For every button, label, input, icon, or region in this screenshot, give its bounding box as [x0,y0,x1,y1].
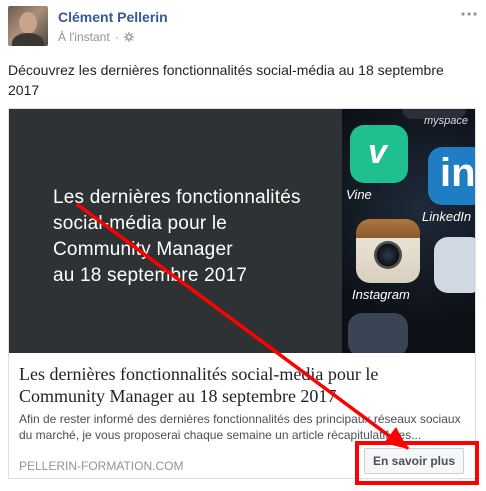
image-overlay-text: Les dernières fonctionnalités social-méd… [53,185,333,289]
more-icon[interactable] [460,8,478,22]
image-text-line: au 18 septembre 2017 [53,265,248,286]
link-domain: PELLERIN-FORMATION.COM [19,459,184,473]
meta-separator: · [115,30,119,44]
timestamp[interactable]: À l'instant [58,30,110,44]
facebook-post: Clément Pellerin À l'instant · Découvrez… [0,0,486,491]
avatar-shoulders [12,33,44,46]
linkedin-label: LinkedIn [422,209,472,224]
gear-icon[interactable] [124,32,135,42]
link-preview-card[interactable]: Les dernières fonctionnalités social-méd… [8,108,476,479]
image-text-line: Community Manager [53,239,233,260]
vine-label: Vine [346,187,372,202]
avatar[interactable] [8,6,48,46]
learn-more-button[interactable]: En savoir plus [364,448,464,474]
link-preview-image[interactable]: Les dernières fonctionnalités social-méd… [9,109,475,353]
post-meta: À l'instant · [58,30,135,44]
linkedin-app-icon: in [428,147,475,205]
image-text-line: social-média pour le [53,213,228,234]
app-icon [348,313,408,353]
post-text: Découvrez les dernières fonctionnalités … [8,62,444,98]
avatar-face [19,12,37,34]
link-title[interactable]: Les dernières fonctionnalités social-méd… [19,363,463,407]
image-text-line: Les dernières fonctionnalités [53,187,301,208]
instagram-label: Instagram [352,287,410,302]
instagram-app-icon [356,219,420,283]
camera-lens [374,241,402,269]
vine-app-icon: v [350,125,408,183]
myspace-label: myspace [424,115,469,127]
link-preview-body[interactable]: Les dernières fonctionnalités social-méd… [9,353,475,478]
app-icon [434,237,475,293]
link-description: Afin de rester informé des dernières fon… [19,412,461,442]
author-name[interactable]: Clément Pellerin [58,9,168,25]
phone-apps-photo: myspace v Vine in LinkedIn Instagram [342,109,475,353]
post-header: Clément Pellerin À l'instant · [8,6,478,50]
